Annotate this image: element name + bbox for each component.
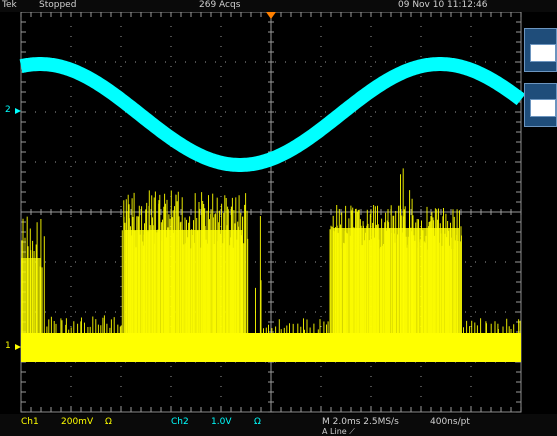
ch1-burst-left (21, 216, 45, 336)
side-menu-button-2[interactable] (524, 83, 557, 127)
ch1-coupling: Ω (105, 417, 112, 427)
ch1-noise (46, 315, 122, 336)
brand-label: Tek (2, 0, 17, 10)
ch1-spike (255, 216, 262, 336)
side-menu-button-2-field (530, 99, 556, 117)
trigger-readout[interactable]: A Line ⟋ (322, 427, 355, 436)
readout-bar: Ch1 200mV Ω Ch2 1.0V Ω M 2.0ms 2.5MS/s 4… (0, 414, 557, 436)
ch2-marker-label: 2 (5, 105, 11, 115)
acquisition-count: 269 Acqs (199, 0, 241, 10)
ch2-scale[interactable]: 1.0V (211, 417, 231, 428)
side-menu-button-1[interactable] (524, 28, 557, 72)
waveform-display (15, 11, 526, 413)
ch2-coupling: Ω (254, 417, 261, 427)
side-menu-button-1-field (530, 44, 556, 62)
ch1-ground-marker-icon[interactable] (15, 344, 21, 350)
status-bar: Tek Stopped 269 Acqs 09 Nov 10 11:12:46 (0, 0, 557, 12)
ch1-marker-label: 1 (5, 341, 11, 351)
ch1-label[interactable]: Ch1 (21, 417, 39, 428)
resolution-readout: 400ns/pt (430, 417, 470, 427)
date-time: 09 Nov 10 11:12:46 (398, 0, 488, 10)
trigger-position-marker-icon[interactable] (266, 12, 276, 19)
acquisition-state: Stopped (39, 0, 77, 10)
ch1-scale[interactable]: 200mV (61, 417, 93, 428)
ch2-label[interactable]: Ch2 (171, 417, 189, 428)
ch1-baseline-band (21, 333, 521, 362)
ch2-ground-marker-icon[interactable] (15, 108, 21, 114)
